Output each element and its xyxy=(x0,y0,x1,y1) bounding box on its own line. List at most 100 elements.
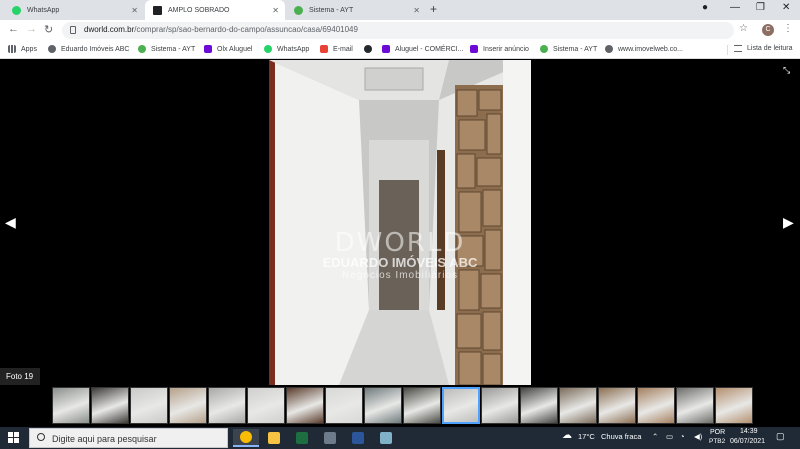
bookmark-eduardo-imoveis[interactable]: Eduardo Imóveis ABC xyxy=(48,45,129,53)
thumbnail[interactable] xyxy=(442,387,480,424)
search-icon xyxy=(37,433,45,441)
profile-menu-icon[interactable]: ● xyxy=(702,2,708,13)
tab-amplo-sobrado[interactable]: AMPLO SOBRADO ✕ xyxy=(145,0,285,20)
file-explorer-icon xyxy=(268,432,280,444)
bookmark-github[interactable] xyxy=(364,45,377,53)
thumbnail[interactable] xyxy=(637,387,675,424)
bookmark-imovelweb[interactable]: www.imovelweb.co... xyxy=(605,45,683,53)
volume-icon[interactable]: ◀) xyxy=(694,432,702,441)
thumbnail[interactable] xyxy=(559,387,597,424)
thumbnail[interactable] xyxy=(481,387,519,424)
url-path: /comprar/sp/sao-bernardo-do-campo/assunc… xyxy=(134,25,358,34)
thumbnail[interactable] xyxy=(208,387,246,424)
tab-whatsapp[interactable]: WhatsApp ✕ xyxy=(4,0,144,20)
wifi-icon[interactable]: ◔ xyxy=(680,432,685,441)
close-tab-icon[interactable]: ✕ xyxy=(272,6,279,15)
sistema-icon xyxy=(294,5,303,15)
home-icon xyxy=(153,5,162,15)
windows-start-icon[interactable] xyxy=(8,432,19,443)
photo-counter: Foto 19 xyxy=(0,368,40,385)
taskbar-app[interactable] xyxy=(289,429,315,447)
thumbnail[interactable] xyxy=(403,387,441,424)
close-window-button[interactable]: ✕ xyxy=(782,2,790,13)
github-icon xyxy=(364,45,372,53)
forward-button[interactable]: → xyxy=(26,23,37,35)
lang-top[interactable]: POR xyxy=(710,429,725,436)
thumbnail[interactable] xyxy=(247,387,285,424)
tray-chevron-icon[interactable]: ⌃ xyxy=(652,432,658,441)
bookmark-label: Sistema - AYT xyxy=(151,45,196,53)
olx-icon xyxy=(470,45,478,53)
thumbnail[interactable] xyxy=(52,387,90,424)
bookmark-olx-aluguel[interactable]: Olx Aluguel xyxy=(204,45,252,53)
olx-icon xyxy=(204,45,212,53)
sistema-icon xyxy=(540,45,548,53)
thumbnail[interactable] xyxy=(364,387,402,424)
bookmark-sistema-ayt[interactable]: Sistema - AYT xyxy=(138,45,195,53)
globe-icon xyxy=(48,45,56,53)
bookmark-label: E-mail xyxy=(333,45,353,53)
reload-button[interactable]: ↻ xyxy=(44,23,53,36)
olx-icon xyxy=(382,45,390,53)
taskbar-app[interactable] xyxy=(317,429,343,447)
notifications-icon[interactable]: ▢ xyxy=(776,431,785,442)
thumbnail[interactable] xyxy=(169,387,207,424)
browser-menu-icon[interactable]: ⋮ xyxy=(783,23,793,34)
thumbnail[interactable] xyxy=(715,387,753,424)
bookmark-label: WhatsApp xyxy=(277,45,310,53)
bookmark-email[interactable]: E-mail xyxy=(320,45,353,53)
bookmark-whatsapp[interactable]: WhatsApp xyxy=(264,45,309,53)
next-photo-button[interactable]: ▶ xyxy=(783,214,794,231)
lang-bottom[interactable]: PTB2 xyxy=(709,438,725,445)
reading-list-button[interactable]: Lista de leitura xyxy=(734,45,793,52)
thumbnail[interactable] xyxy=(325,387,363,424)
bookmark-aluguel-comercial[interactable]: Aluguel - COMÉRCI... xyxy=(382,45,463,53)
bookmark-label: www.imovelweb.co... xyxy=(618,45,683,53)
avatar[interactable]: C xyxy=(762,24,774,36)
bookmark-sistema-ayt-2[interactable]: Sistema - AYT xyxy=(540,45,597,53)
minimize-button[interactable]: — xyxy=(730,2,740,13)
fullscreen-icon[interactable]: ⤡ xyxy=(783,65,790,76)
weather-icon[interactable]: ☁ xyxy=(562,430,572,441)
weather-desc[interactable]: Chuva fraca xyxy=(601,432,641,441)
close-tab-icon[interactable]: ✕ xyxy=(413,6,420,15)
globe-icon xyxy=(605,45,613,53)
previous-photo-button[interactable]: ◀ xyxy=(5,214,16,231)
taskbar-app[interactable] xyxy=(233,429,259,447)
back-button[interactable]: ← xyxy=(8,23,19,35)
bookmark-apps[interactable]: Apps xyxy=(8,45,37,53)
bookmark-inserir-anuncio[interactable]: Inserir anúncio xyxy=(470,45,529,53)
lock-icon[interactable] xyxy=(70,26,76,34)
clock-time[interactable]: 14:39 xyxy=(740,428,758,435)
bookmark-label: Inserir anúncio xyxy=(483,45,529,53)
windows-taskbar: Digite aqui para pesquisar ☁ 17°C Chuva … xyxy=(0,427,800,449)
thumbnail[interactable] xyxy=(130,387,168,424)
bookmarks-divider xyxy=(727,45,728,55)
sistema-icon xyxy=(138,45,146,53)
taskbar-app[interactable] xyxy=(345,429,371,447)
url-text[interactable]: dworld.com.br/comprar/sp/sao-bernardo-do… xyxy=(84,25,358,34)
clock-date[interactable]: 06/07/2021 xyxy=(730,438,765,445)
whatsapp-icon xyxy=(264,45,272,53)
thumbnail[interactable] xyxy=(676,387,714,424)
word-icon xyxy=(352,432,364,444)
thumbnail[interactable] xyxy=(91,387,129,424)
restore-button[interactable]: ❐ xyxy=(756,2,765,13)
weather-temp[interactable]: 17°C xyxy=(578,432,595,441)
taskbar-app[interactable] xyxy=(261,429,287,447)
excel-icon xyxy=(296,432,308,444)
new-tab-button[interactable]: + xyxy=(430,2,437,16)
taskbar-search[interactable]: Digite aqui para pesquisar xyxy=(29,428,228,448)
calculator-icon xyxy=(324,432,336,444)
tab-sistema-ayt[interactable]: Sistema - AYT ✕ xyxy=(286,0,426,20)
address-bar[interactable]: dworld.com.br/comprar/sp/sao-bernardo-do… xyxy=(62,22,734,39)
thumbnail[interactable] xyxy=(598,387,636,424)
bookmark-star-icon[interactable]: ☆ xyxy=(739,23,748,34)
bookmark-label: Sistema - AYT xyxy=(553,45,598,53)
property-photo xyxy=(269,60,531,385)
close-tab-icon[interactable]: ✕ xyxy=(131,6,138,15)
thumbnail[interactable] xyxy=(286,387,324,424)
network-icon[interactable]: ▭ xyxy=(666,432,673,441)
thumbnail[interactable] xyxy=(520,387,558,424)
taskbar-app[interactable] xyxy=(373,429,399,447)
